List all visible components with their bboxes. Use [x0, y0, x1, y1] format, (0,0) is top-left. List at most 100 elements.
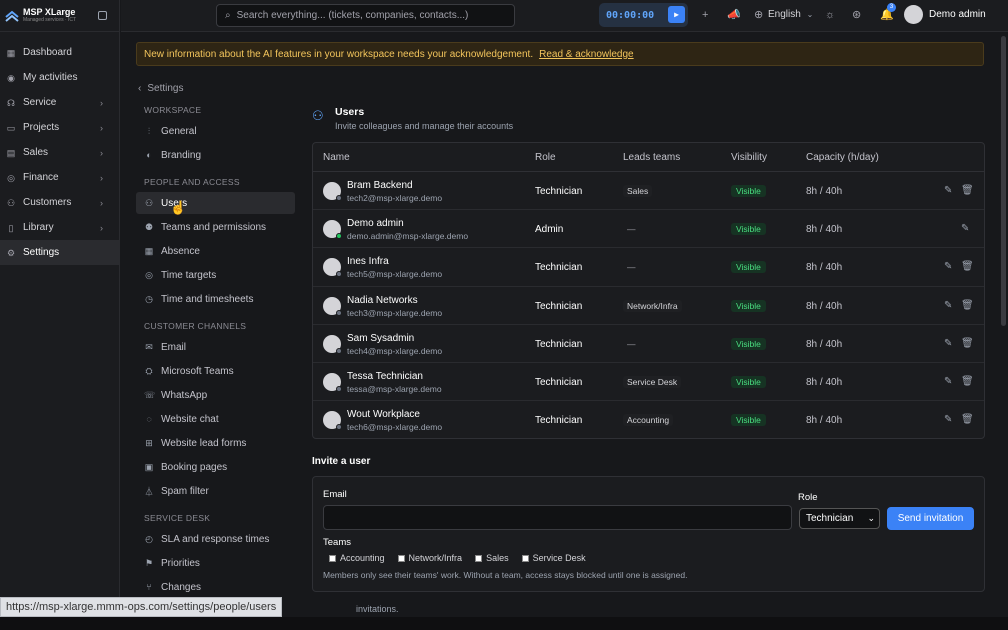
- team-checkbox-accounting[interactable]: Accounting: [329, 553, 385, 563]
- global-search-input[interactable]: ⌕ Search everything... (tickets, compani…: [216, 4, 515, 27]
- settings-item-ms-teams[interactable]: ⛭ Microsoft Teams: [136, 360, 295, 382]
- trash-icon[interactable]: 🗑: [961, 376, 974, 387]
- nav-item-service[interactable]: ☊ Service ›: [0, 90, 119, 115]
- user-name[interactable]: Demo admin: [929, 9, 986, 20]
- sun-icon[interactable]: ☼: [825, 8, 835, 22]
- settings-item-whatsapp[interactable]: ☏ WhatsApp: [136, 384, 295, 406]
- search-placeholder: Search everything... (tickets, companies…: [236, 10, 469, 21]
- settings-item-label: Time and timesheets: [161, 293, 254, 305]
- email-field[interactable]: [323, 505, 792, 530]
- user-avatar[interactable]: [904, 5, 923, 24]
- nav-item-dashboard[interactable]: ▦ Dashboard: [0, 40, 119, 65]
- time-tracker[interactable]: 00:00:00 ▶: [599, 3, 688, 27]
- eye-icon: ◉: [7, 72, 15, 83]
- pencil-icon[interactable]: ✎: [944, 414, 952, 425]
- settings-item-sla[interactable]: ◴ SLA and response times: [136, 528, 295, 550]
- settings-item-booking-pages[interactable]: ▣ Booking pages: [136, 456, 295, 478]
- nav-item-label: Customers: [23, 197, 72, 208]
- trash-icon[interactable]: 🗑: [961, 185, 974, 196]
- user-name: Bram Backend: [347, 180, 413, 191]
- nav-item-projects[interactable]: ▭ Projects ›: [0, 115, 119, 140]
- megaphone-icon[interactable]: 📣: [727, 8, 741, 22]
- user-role: Technician: [535, 415, 583, 427]
- user-email: demo.admin@msp-xlarge.demo: [347, 231, 469, 242]
- read-acknowledge-link[interactable]: Read & acknowledge: [539, 49, 634, 60]
- pencil-icon[interactable]: ✎: [961, 223, 969, 234]
- pencil-icon[interactable]: ✎: [944, 376, 952, 387]
- chevron-right-icon: ›: [100, 172, 103, 183]
- settings-item-teams[interactable]: ⚉ Teams and permissions: [136, 216, 295, 238]
- headset-icon: ☊: [7, 97, 15, 108]
- team-checkbox-label: Network/Infra: [408, 553, 463, 563]
- nav-item-sales[interactable]: ▤ Sales ›: [0, 140, 119, 165]
- pencil-icon[interactable]: ✎: [944, 338, 952, 349]
- nav-item-my-activities[interactable]: ◉ My activities: [0, 65, 119, 90]
- visibility-badge: Visible: [731, 299, 766, 312]
- book-icon: ▯: [8, 222, 14, 233]
- settings-item-spam-filter[interactable]: ⏃ Spam filter: [136, 480, 295, 502]
- app-root: MSP XLarge Managed services · ICT ▦ Dashb…: [0, 0, 1008, 630]
- team-checkbox-label: Sales: [486, 553, 509, 563]
- settings-item-website-chat[interactable]: ◌ Website chat: [136, 408, 295, 430]
- settings-item-time-targets[interactable]: ◎ Time targets: [136, 264, 295, 286]
- user-role: Admin: [535, 224, 564, 236]
- sliders-icon: ⫶: [147, 125, 151, 136]
- settings-item-lead-forms[interactable]: ⊞ Website lead forms: [136, 432, 295, 454]
- checkbox[interactable]: [475, 554, 483, 562]
- user-name: Wout Workplace: [347, 409, 420, 421]
- nav-item-settings[interactable]: ⚙ Settings: [0, 240, 119, 265]
- presence-indicator: [336, 309, 342, 316]
- nav-item-customers[interactable]: ⚇ Customers ›: [0, 190, 119, 215]
- send-invitation-button[interactable]: Send invitation: [887, 507, 974, 530]
- role-label: Role: [798, 492, 818, 503]
- settings-item-general[interactable]: ⫶ General: [136, 120, 295, 142]
- settings-item-timesheets[interactable]: ◷ Time and timesheets: [136, 288, 295, 310]
- checkbox[interactable]: [329, 554, 336, 562]
- team-checkboxes: Accounting Network/Infra Sales Service Desk: [329, 553, 599, 563]
- left-navigation: MSP XLarge Managed services · ICT ▦ Dashb…: [0, 0, 120, 630]
- settings-item-label: Spam filter: [161, 485, 209, 497]
- role-select[interactable]: Technician ⌄: [799, 508, 880, 529]
- users-table: Name Role Leads teams Visibility Capacit…: [312, 142, 985, 439]
- trash-icon[interactable]: 🗑: [961, 261, 974, 272]
- taskbar-strip: [0, 617, 1008, 630]
- checkbox[interactable]: [397, 554, 405, 562]
- settings-item-branding[interactable]: ◐ Branding: [136, 144, 295, 166]
- sidebar-collapse-icon[interactable]: [98, 11, 107, 20]
- column-name: Name: [323, 152, 350, 163]
- checkbox[interactable]: [521, 554, 529, 562]
- play-icon[interactable]: ▶: [668, 6, 685, 23]
- pencil-icon[interactable]: ✎: [944, 185, 952, 196]
- settings-back-link[interactable]: ‹ Settings: [138, 83, 183, 94]
- language-select[interactable]: English ⌄: [768, 9, 813, 20]
- nav-list: ▦ Dashboard ◉ My activities ☊ Service › ▭ Projec…: [0, 40, 119, 265]
- pencil-icon[interactable]: ✎: [944, 261, 952, 272]
- plus-icon[interactable]: +: [702, 8, 708, 22]
- settings-item-changes[interactable]: ⑂ Changes: [136, 576, 295, 598]
- trash-icon[interactable]: 🗑: [961, 338, 974, 349]
- team-checkbox-sales[interactable]: Sales: [475, 553, 509, 563]
- avatar: [323, 296, 342, 316]
- trash-icon[interactable]: 🗑: [961, 414, 974, 425]
- teams-icon: ⛭: [145, 365, 153, 376]
- trash-icon[interactable]: 🗑: [961, 300, 974, 311]
- palette-icon: ◐: [146, 150, 152, 160]
- nav-item-finance[interactable]: ◎ Finance ›: [0, 165, 119, 190]
- user-email: tech3@msp-xlarge.demo: [347, 307, 443, 318]
- user-email: tessa@msp-xlarge.demo: [347, 383, 442, 394]
- user-email: tech4@msp-xlarge.demo: [347, 345, 443, 356]
- form-icon: ⊞: [145, 437, 153, 448]
- settings-item-priorities[interactable]: ⚑ Priorities: [136, 552, 295, 574]
- lifebuoy-icon[interactable]: ⊛: [852, 8, 861, 22]
- settings-item-email[interactable]: ✉ Email: [136, 336, 295, 358]
- page-scrollbar[interactable]: [1001, 36, 1006, 326]
- nav-item-library[interactable]: ▯ Library ›: [0, 215, 119, 240]
- team-checkbox-network-infra[interactable]: Network/Infra: [397, 553, 463, 563]
- nav-item-label: Finance: [23, 172, 59, 183]
- chevron-down-icon: ⌄: [867, 513, 875, 523]
- settings-item-label: Website lead forms: [161, 437, 247, 449]
- team-checkbox-service-desk[interactable]: Service Desk: [521, 553, 586, 563]
- settings-item-users[interactable]: ⚇ Users: [136, 192, 295, 214]
- settings-item-absence[interactable]: ▦ Absence: [136, 240, 295, 262]
- pencil-icon[interactable]: ✎: [944, 300, 952, 311]
